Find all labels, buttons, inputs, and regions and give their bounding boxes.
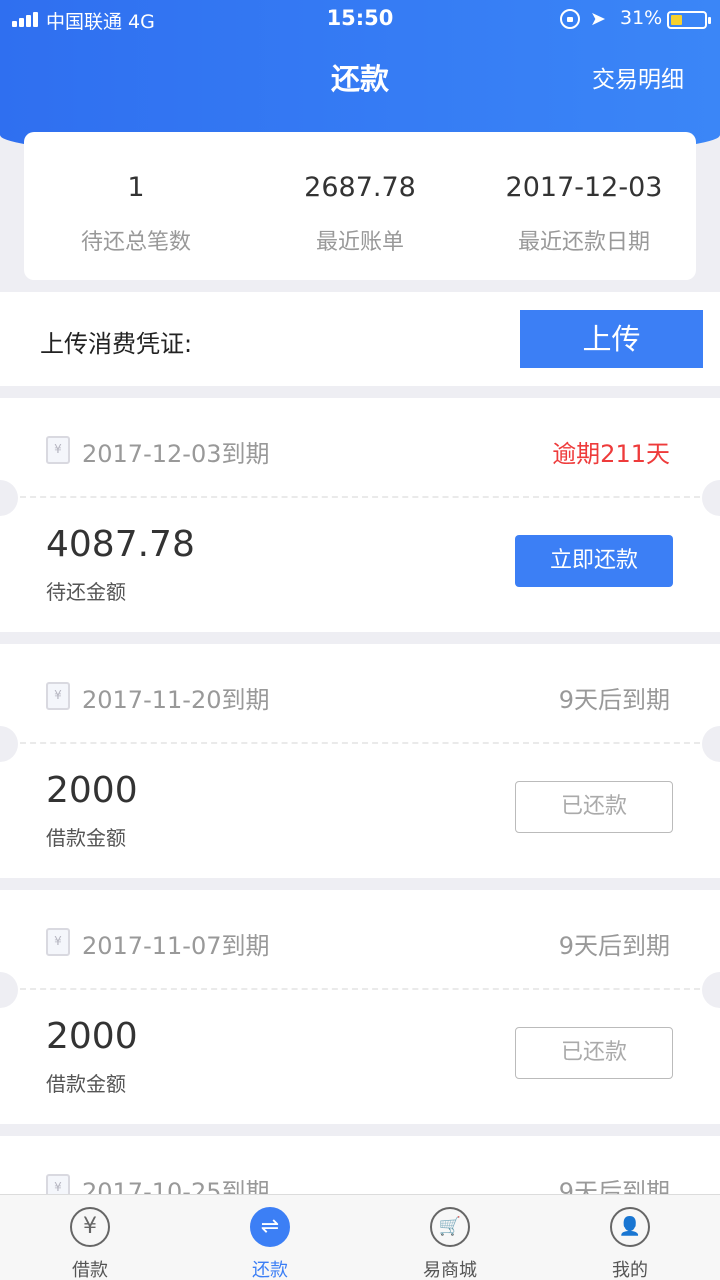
summary-label: 最近还款日期 xyxy=(517,230,650,255)
tab-label: 还款 xyxy=(252,1260,288,1280)
cart-icon: 🛒 xyxy=(430,1207,470,1247)
tab-label: 我的 xyxy=(612,1260,648,1280)
paid-button[interactable]: 已还款 xyxy=(515,1027,673,1079)
divider xyxy=(20,742,700,744)
bill-status: 9天后到期 xyxy=(558,1178,670,1196)
bill-amount: 2000 xyxy=(46,770,138,811)
upload-label: 上传消费凭证: xyxy=(40,330,193,358)
summary-card: 1 待还总笔数 2687.78 最近账单 2017-12-03 最近还款日期 xyxy=(24,132,696,280)
summary-value: 2017-12-03 xyxy=(505,172,663,203)
pay-now-button[interactable]: 立即还款 xyxy=(515,535,673,587)
yen-icon: ¥ xyxy=(70,1207,110,1247)
summary-value: 1 xyxy=(127,172,145,203)
summary-label: 待还总笔数 xyxy=(80,230,191,255)
receipt-icon: ¥ xyxy=(46,928,70,956)
bill-status: 逾期211天 xyxy=(552,440,670,468)
bill-due-date: 2017-12-03到期 xyxy=(82,440,270,468)
rotation-lock-icon xyxy=(560,9,580,29)
tab-bar: ¥ 借款 ⇌ 还款 🛒 易商城 👤 我的 xyxy=(0,1194,720,1280)
upload-voucher-row: 上传消费凭证: 上传 xyxy=(0,292,720,386)
battery-icon xyxy=(667,11,711,29)
bill-amount-label: 借款金额 xyxy=(46,1072,126,1096)
bill-due-date: 2017-10-25到期 xyxy=(82,1178,270,1196)
bill-amount-label: 借款金额 xyxy=(46,826,126,850)
bill-status: 9天后到期 xyxy=(558,932,670,960)
bill-status: 9天后到期 xyxy=(558,686,670,714)
bill-amount-label: 待还金额 xyxy=(46,580,126,604)
summary-label: 最近账单 xyxy=(315,230,404,255)
summary-pending-count: 1 待还总笔数 xyxy=(24,132,248,280)
bill-card: ¥ 2017-12-03到期 逾期211天 4087.78 待还金额 立即还款 xyxy=(0,398,720,632)
transaction-details-link[interactable]: 交易明细 xyxy=(592,60,684,94)
status-bar: 中国联通 4G 15:50 ➤ 31% xyxy=(0,0,720,38)
receipt-icon: ¥ xyxy=(46,682,70,710)
bill-card: ¥ 2017-11-07到期 9天后到期 2000 借款金额 已还款 xyxy=(0,890,720,1124)
bill-amount: 2000 xyxy=(46,1016,138,1057)
summary-value: 2687.78 xyxy=(304,172,416,203)
tab-mine[interactable]: 👤 我的 xyxy=(540,1195,720,1280)
bill-due-date: 2017-11-20到期 xyxy=(82,686,270,714)
user-icon: 👤 xyxy=(610,1207,650,1247)
receipt-icon: ¥ xyxy=(46,1174,70,1196)
paid-button[interactable]: 已还款 xyxy=(515,781,673,833)
battery-percent: 31% xyxy=(620,7,663,29)
summary-recent-bill: 2687.78 最近账单 xyxy=(248,132,472,280)
status-time: 15:50 xyxy=(326,6,394,30)
divider xyxy=(20,496,700,498)
receipt-icon: ¥ xyxy=(46,436,70,464)
bill-amount: 4087.78 xyxy=(46,524,195,565)
bill-card: ¥ 2017-10-25到期 9天后到期 xyxy=(0,1136,720,1196)
tab-label: 易商城 xyxy=(423,1260,477,1280)
tab-borrow[interactable]: ¥ 借款 xyxy=(0,1195,180,1280)
location-icon: ➤ xyxy=(590,8,606,30)
divider xyxy=(20,988,700,990)
bill-due-date: 2017-11-07到期 xyxy=(82,932,270,960)
bill-card: ¥ 2017-11-20到期 9天后到期 2000 借款金额 已还款 xyxy=(0,644,720,878)
upload-button[interactable]: 上传 xyxy=(520,310,703,368)
tab-repay[interactable]: ⇌ 还款 xyxy=(180,1195,360,1280)
tab-label: 借款 xyxy=(72,1260,108,1280)
tab-mall[interactable]: 🛒 易商城 xyxy=(360,1195,540,1280)
summary-recent-date: 2017-12-03 最近还款日期 xyxy=(472,132,696,280)
transfer-icon: ⇌ xyxy=(250,1207,290,1247)
